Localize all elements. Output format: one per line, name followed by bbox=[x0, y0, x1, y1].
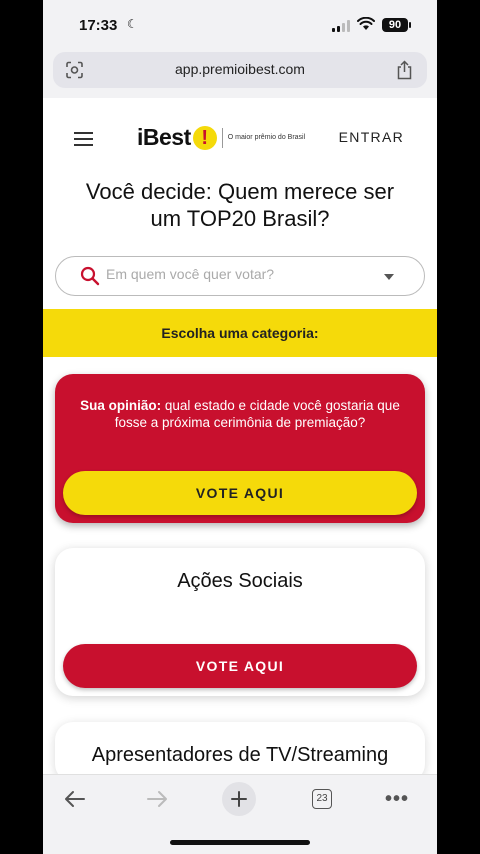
exclamation-logo-icon bbox=[192, 125, 217, 150]
ibest-logo[interactable]: iBest O maior prêmio do Brasil bbox=[137, 124, 305, 151]
new-tab-button[interactable] bbox=[219, 782, 259, 816]
search-dropdown[interactable] bbox=[55, 256, 425, 296]
site-header: iBest O maior prêmio do Brasil ENTRAR bbox=[43, 112, 437, 164]
category-title: Apresentadores de TV/Streaming bbox=[91, 744, 389, 766]
logo-text: iBest bbox=[137, 124, 191, 150]
tab-switcher-button[interactable]: 23 bbox=[302, 785, 342, 813]
login-link[interactable]: ENTRAR bbox=[339, 129, 404, 145]
tab-count: 23 bbox=[312, 789, 332, 809]
category-card-acoes-sociais: Ações Sociais VOTE AQUI bbox=[55, 548, 425, 696]
status-time: 17:33 bbox=[79, 17, 118, 34]
battery-icon: 90 bbox=[382, 18, 411, 32]
opinion-card: Sua opinião: qual estado e cidade você g… bbox=[55, 374, 425, 523]
search-icon bbox=[80, 266, 100, 286]
category-card-apresentadores: Apresentadores de TV/Streaming bbox=[55, 722, 425, 782]
more-options-icon[interactable]: ••• bbox=[377, 785, 417, 813]
moon-icon: ☾ bbox=[127, 17, 138, 31]
browser-address-area: app.premioibest.com bbox=[43, 52, 437, 98]
logo-tagline: O maior prêmio do Brasil bbox=[227, 134, 306, 141]
search-input[interactable] bbox=[106, 266, 384, 282]
category-heading: Escolha uma categoria: bbox=[43, 309, 437, 357]
phone-screen: 17:33 ☾ 90 app.premioibest.com iBest ! O… bbox=[43, 0, 437, 854]
forward-button[interactable] bbox=[137, 785, 177, 813]
home-indicator bbox=[170, 840, 310, 845]
wifi-icon bbox=[357, 17, 375, 30]
category-title: Ações Sociais bbox=[177, 570, 303, 592]
hamburger-menu-icon[interactable] bbox=[74, 132, 93, 150]
page-title: Você decide: Quem merece ser um TOP20 Br… bbox=[85, 179, 395, 231]
logo-divider bbox=[221, 127, 223, 148]
cellular-signal-icon bbox=[332, 20, 350, 32]
opinion-vote-button[interactable]: VOTE AQUI bbox=[63, 471, 417, 515]
opinion-text: Sua opinião: qual estado e cidade você g… bbox=[69, 397, 411, 431]
chevron-down-icon[interactable] bbox=[384, 274, 394, 280]
address-bar[interactable]: app.premioibest.com bbox=[53, 52, 427, 88]
arrow-right-icon bbox=[147, 791, 167, 807]
back-button[interactable] bbox=[55, 785, 95, 813]
vote-button[interactable]: VOTE AQUI bbox=[63, 644, 417, 688]
arrow-left-icon bbox=[65, 791, 85, 807]
opinion-bold-label: Sua opinião: bbox=[80, 398, 162, 413]
share-icon[interactable] bbox=[396, 60, 413, 80]
url-text[interactable]: app.premioibest.com bbox=[53, 61, 427, 77]
plus-icon bbox=[222, 782, 256, 816]
status-bar: 17:33 ☾ 90 bbox=[43, 0, 437, 52]
